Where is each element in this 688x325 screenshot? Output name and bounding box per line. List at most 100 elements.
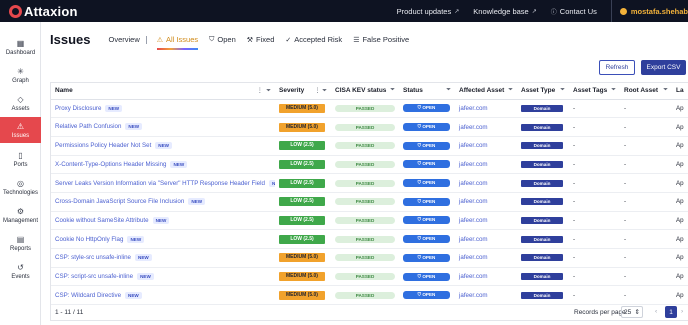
- refresh-button[interactable]: Refresh: [599, 60, 635, 75]
- affected-asset-cell[interactable]: jafeer.com: [455, 229, 517, 249]
- issue-name-cell[interactable]: Permissions Policy Header Not Set NEW: [51, 136, 275, 156]
- sidebar-item-ports[interactable]: ▯ Ports: [0, 146, 41, 172]
- tab-open[interactable]: ⛉ Open: [209, 33, 236, 47]
- column-menu-filter-icons[interactable]: ⋮ ⏷: [315, 87, 327, 95]
- status-badge[interactable]: ⛉ OPEN: [403, 141, 450, 150]
- table-row[interactable]: CSP: Wildcard Directive NEW MEDIUM (5.0) PA…: [51, 285, 688, 306]
- app-logo[interactable]: Attaxion: [9, 4, 78, 19]
- filter-icon[interactable]: ⏷: [390, 87, 395, 94]
- tab-accepted-risk[interactable]: ✓ Accepted Risk: [285, 33, 342, 47]
- filter-icon[interactable]: ⏷: [446, 87, 451, 94]
- issue-name-link[interactable]: Cookie No HttpOnly Flag: [55, 236, 123, 243]
- filter-icon[interactable]: ⏷: [560, 87, 565, 94]
- affected-asset-link[interactable]: jafeer.com: [459, 180, 488, 187]
- table-row[interactable]: Server Leaks Version Information via "Se…: [51, 173, 688, 193]
- status-badge[interactable]: ⛉ OPEN: [403, 216, 450, 225]
- sidebar-item-issues[interactable]: ⚠ Issues: [0, 117, 41, 143]
- chevron-right-icon[interactable]: ›: [681, 308, 683, 315]
- status-cell[interactable]: ⛉ OPEN: [399, 267, 455, 287]
- table-row[interactable]: Cookie without SameSite Attribute NEW LOW …: [51, 211, 688, 231]
- issue-name-cell[interactable]: CSP: Wildcard Directive NEW: [51, 285, 275, 306]
- status-cell[interactable]: ⛉ OPEN: [399, 173, 455, 193]
- table-row[interactable]: CSP: style-src unsafe-inline NEW MEDIUM (5…: [51, 248, 688, 268]
- table-row[interactable]: Cross-Domain JavaScript Source File Incl…: [51, 192, 688, 212]
- affected-asset-cell[interactable]: jafeer.com: [455, 267, 517, 287]
- issue-name-link[interactable]: X-Content-Type-Options Header Missing: [55, 161, 166, 168]
- affected-asset-cell[interactable]: jafeer.com: [455, 155, 517, 175]
- status-cell[interactable]: ⛉ OPEN: [399, 248, 455, 268]
- status-cell[interactable]: ⛉ OPEN: [399, 136, 455, 156]
- issue-name-link[interactable]: Permissions Policy Header Not Set: [55, 142, 151, 149]
- column-header-cisa-kev[interactable]: CISA KEV status ⏷: [331, 83, 399, 100]
- affected-asset-link[interactable]: jafeer.com: [459, 124, 488, 131]
- status-cell[interactable]: ⛉ OPEN: [399, 99, 455, 119]
- column-header-severity[interactable]: Severity ⋮ ⏷: [275, 83, 331, 100]
- affected-asset-link[interactable]: jafeer.com: [459, 198, 488, 205]
- issue-name-link[interactable]: Cookie without SameSite Attribute: [55, 217, 149, 224]
- status-badge[interactable]: ⛉ OPEN: [403, 104, 450, 113]
- issue-name-cell[interactable]: Cookie without SameSite Attribute NEW: [51, 211, 275, 231]
- affected-asset-cell[interactable]: jafeer.com: [455, 117, 517, 137]
- issue-name-cell[interactable]: Cross-Domain JavaScript Source File Incl…: [51, 192, 275, 212]
- table-row[interactable]: Relative Path Confusion NEW MEDIUM (5.0) PA…: [51, 117, 688, 137]
- tab-all-issues[interactable]: ⚠ All Issues: [156, 33, 199, 50]
- sidebar-item-events[interactable]: ↺ Events: [0, 258, 41, 284]
- column-header-asset-tags[interactable]: Asset Tags ⏷: [569, 83, 620, 100]
- status-cell[interactable]: ⛉ OPEN: [399, 211, 455, 231]
- column-header-name[interactable]: Name ⋮ ⏷: [51, 83, 275, 100]
- sidebar-item-graph[interactable]: ✳ Graph: [0, 62, 41, 88]
- table-row[interactable]: Cookie No HttpOnly Flag NEW LOW (2.5) PASSE…: [51, 229, 688, 249]
- affected-asset-link[interactable]: jafeer.com: [459, 105, 488, 112]
- status-badge[interactable]: ⛉ OPEN: [403, 235, 450, 244]
- issue-name-cell[interactable]: Server Leaks Version Information via "Se…: [51, 173, 275, 193]
- tab-overview[interactable]: Overview: [108, 33, 148, 47]
- affected-asset-cell[interactable]: jafeer.com: [455, 173, 517, 193]
- filter-icon[interactable]: ⏷: [663, 87, 668, 94]
- column-menu-filter-icons[interactable]: ⋮ ⏷: [257, 87, 271, 95]
- affected-asset-cell[interactable]: jafeer.com: [455, 248, 517, 268]
- status-cell[interactable]: ⛉ OPEN: [399, 192, 455, 212]
- issue-name-cell[interactable]: CSP: style-src unsafe-inline NEW: [51, 248, 275, 268]
- table-row[interactable]: Permissions Policy Header Not Set NEW LOW …: [51, 136, 688, 156]
- affected-asset-link[interactable]: jafeer.com: [459, 273, 488, 280]
- affected-asset-cell[interactable]: jafeer.com: [455, 192, 517, 212]
- sidebar-item-reports[interactable]: ▤ Reports: [0, 230, 41, 256]
- export-csv-button[interactable]: Export CSV: [641, 60, 686, 75]
- issue-name-cell[interactable]: Cookie No HttpOnly Flag NEW: [51, 229, 275, 249]
- issue-name-cell[interactable]: Proxy Disclosure NEW: [51, 99, 275, 119]
- table-row[interactable]: CSP: script-src unsafe-inline NEW MEDIUM (…: [51, 267, 688, 287]
- issue-name-cell[interactable]: CSP: script-src unsafe-inline NEW: [51, 267, 275, 287]
- status-badge[interactable]: ⛉ OPEN: [403, 272, 450, 281]
- issue-name-cell[interactable]: Relative Path Confusion NEW: [51, 117, 275, 137]
- issue-name-link[interactable]: CSP: script-src unsafe-inline: [55, 273, 133, 280]
- affected-asset-cell[interactable]: jafeer.com: [455, 136, 517, 156]
- tab-false-positive[interactable]: ☰ False Positive: [353, 33, 409, 47]
- affected-asset-cell[interactable]: jafeer.com: [455, 285, 517, 306]
- records-per-page-select[interactable]: 25 ⇕: [621, 306, 643, 318]
- column-header-asset-type[interactable]: Asset Type ⏷: [517, 83, 569, 100]
- filter-icon[interactable]: ⏷: [508, 87, 513, 94]
- affected-asset-link[interactable]: jafeer.com: [459, 254, 488, 261]
- affected-asset-link[interactable]: jafeer.com: [459, 161, 488, 168]
- status-badge[interactable]: ⛉ OPEN: [403, 123, 450, 132]
- affected-asset-link[interactable]: jafeer.com: [459, 292, 488, 299]
- column-header-last[interactable]: La: [672, 83, 688, 100]
- table-row[interactable]: X-Content-Type-Options Header Missing NEW…: [51, 155, 688, 175]
- affected-asset-link[interactable]: jafeer.com: [459, 236, 488, 243]
- filter-icon[interactable]: ⏷: [611, 87, 616, 94]
- affected-asset-cell[interactable]: jafeer.com: [455, 211, 517, 231]
- chevron-left-icon[interactable]: ‹: [655, 308, 657, 315]
- status-badge[interactable]: ⛉ OPEN: [403, 197, 450, 206]
- status-cell[interactable]: ⛉ OPEN: [399, 155, 455, 175]
- knowledge-base-link[interactable]: Knowledge base ↗: [473, 7, 537, 16]
- issue-name-link[interactable]: CSP: Wildcard Directive: [55, 292, 121, 299]
- status-badge[interactable]: ⛉ OPEN: [403, 160, 450, 169]
- issue-name-link[interactable]: CSP: style-src unsafe-inline: [55, 254, 131, 261]
- sidebar-item-dashboard[interactable]: ▦ Dashboard: [0, 34, 41, 60]
- status-cell[interactable]: ⛉ OPEN: [399, 285, 455, 306]
- status-badge[interactable]: ⛉ OPEN: [403, 179, 450, 188]
- issue-name-link[interactable]: Server Leaks Version Information via "Se…: [55, 180, 265, 187]
- issue-name-link[interactable]: Relative Path Confusion: [55, 124, 121, 131]
- issue-name-link[interactable]: Proxy Disclosure: [55, 105, 101, 112]
- status-badge[interactable]: ⛉ OPEN: [403, 291, 450, 300]
